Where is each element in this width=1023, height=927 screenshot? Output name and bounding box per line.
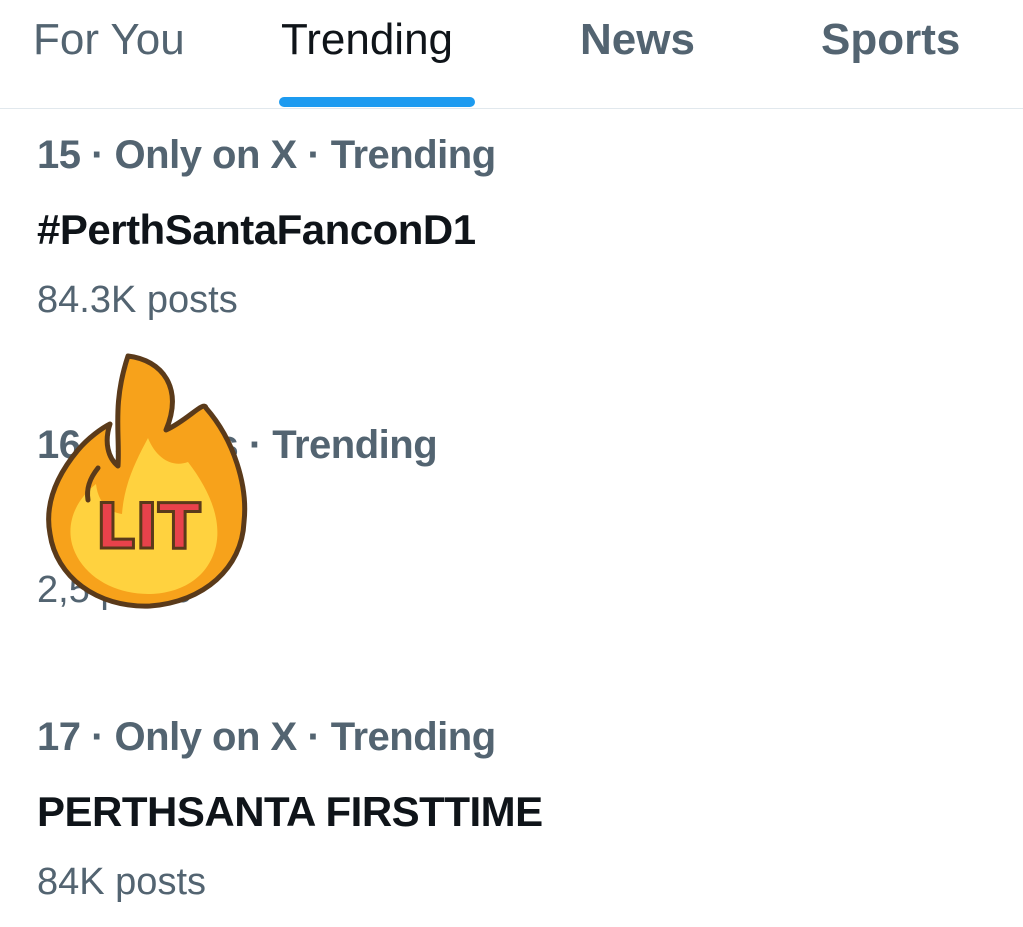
- trend-post-count: 84K posts: [37, 861, 206, 903]
- trend-name: PERTHSANTA FIRSTTIME: [37, 788, 543, 835]
- trend-name: #PerthSantaFanconD1: [37, 206, 476, 253]
- fire-icon: LIT: [46, 353, 248, 609]
- trending-page: For You Trending News Sports 15 · Only o…: [0, 0, 1023, 927]
- trend-item[interactable]: 17 · Only on X · Trending PERTHSANTA FIR…: [0, 700, 1023, 927]
- lit-fire-sticker: LIT: [38, 348, 258, 610]
- trend-post-count: 84.3K posts: [37, 279, 238, 321]
- trend-item[interactable]: 15 · Only on X · Trending #PerthSantaFan…: [0, 118, 1023, 358]
- sticker-label: LIT: [96, 490, 201, 563]
- tab-bar: For You Trending News Sports: [0, 0, 1023, 109]
- trend-meta: 17 · Only on X · Trending: [37, 715, 496, 759]
- tab-trending[interactable]: Trending: [281, 12, 453, 68]
- tab-news[interactable]: News: [580, 12, 695, 68]
- tab-sports[interactable]: Sports: [821, 12, 960, 68]
- tab-for-you[interactable]: For You: [33, 12, 185, 68]
- active-tab-indicator: [279, 97, 475, 107]
- trend-meta: 15 · Only on X · Trending: [37, 133, 496, 177]
